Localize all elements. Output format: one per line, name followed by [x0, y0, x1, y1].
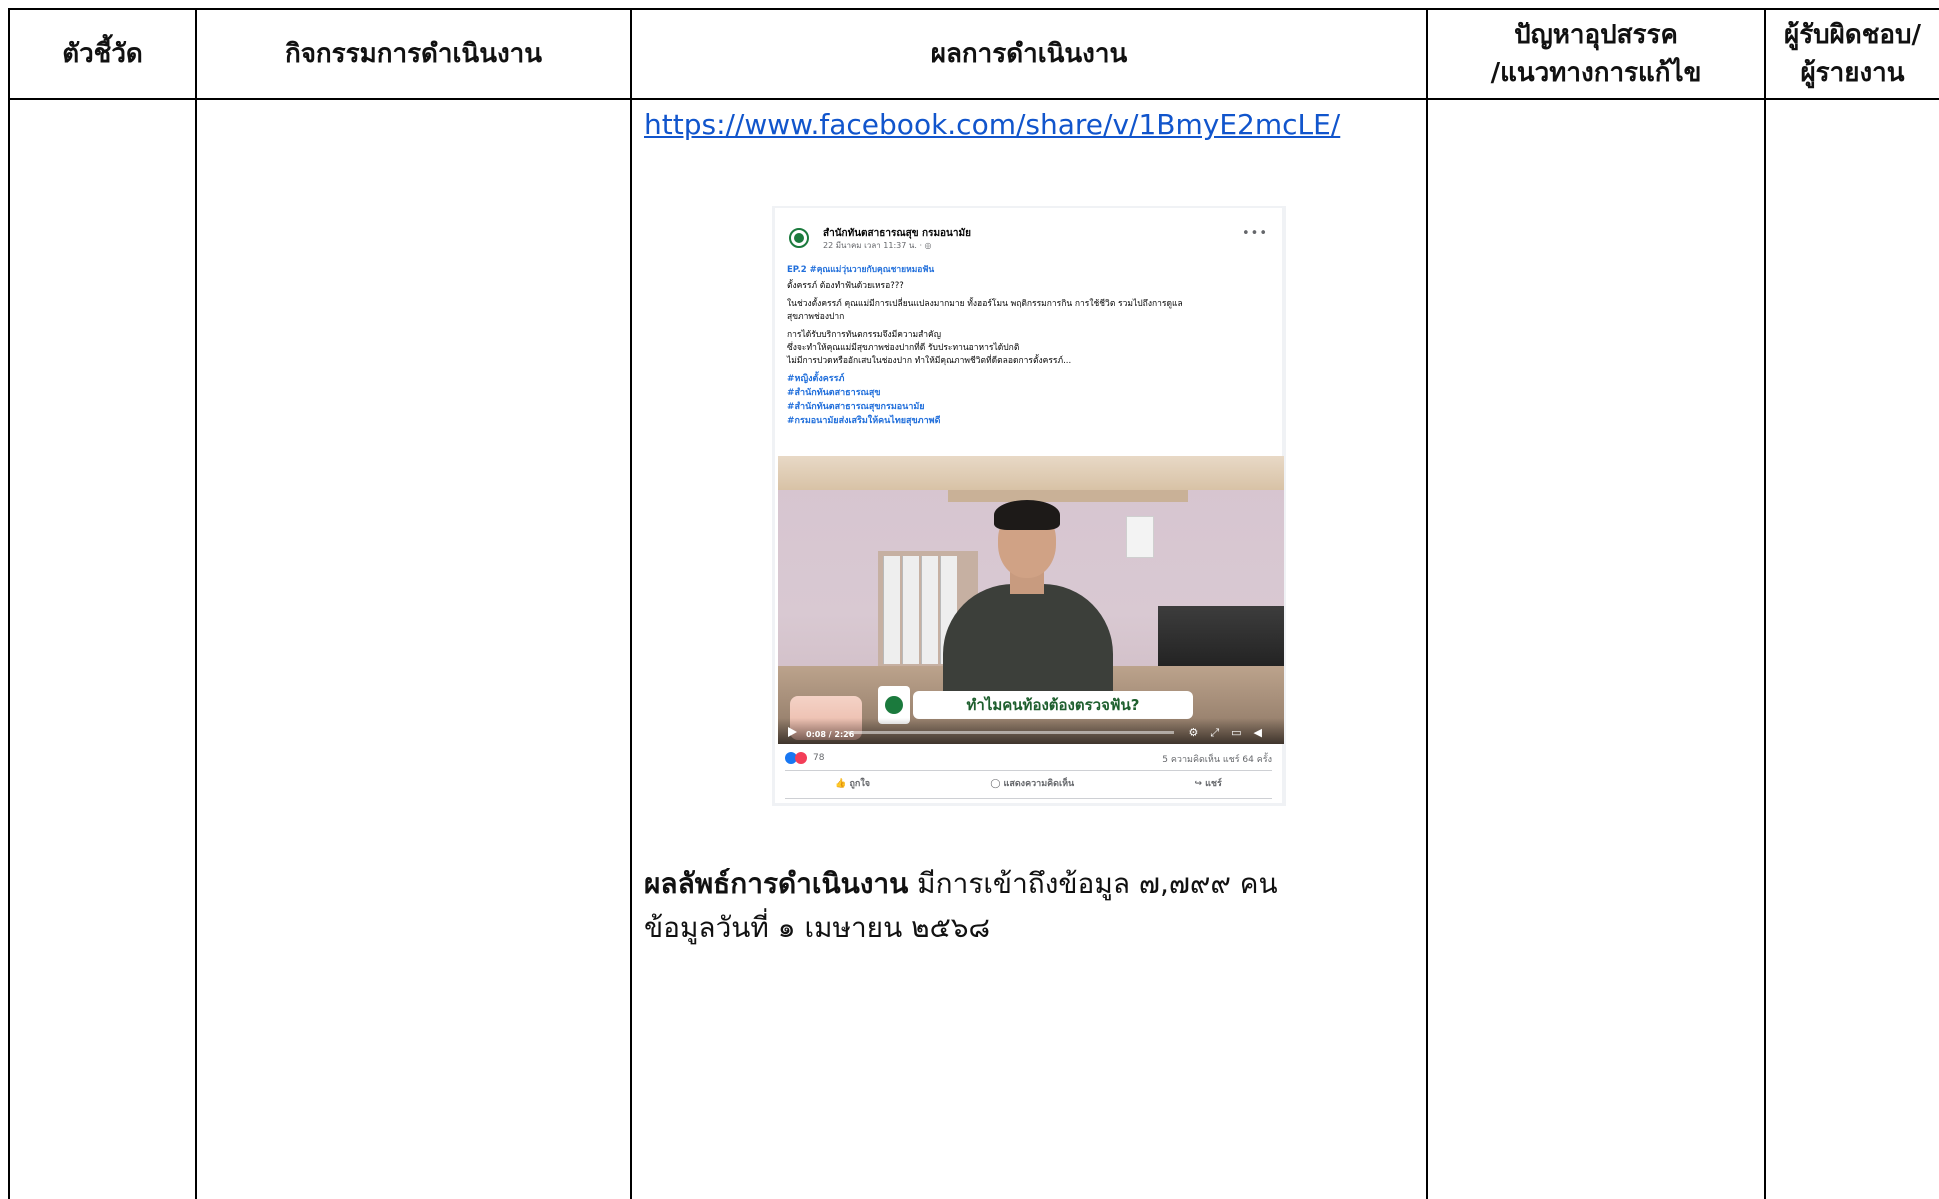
header-problems-line2: /แนวทางการแก้ไข [1490, 58, 1702, 88]
table-header-divider [8, 98, 1939, 100]
result-date: ข้อมูลวันที่ ๑ เมษายน ๒๕๖๘ [644, 911, 991, 944]
header-results-text: ผลการดำเนินงาน [930, 39, 1128, 69]
reaction-count: 78 [813, 753, 825, 763]
love-reaction-icon [795, 752, 807, 764]
video-settings-icons[interactable]: ⚙⤢▭◀ [1188, 726, 1274, 740]
header-activities: กิจกรรมการดำเนินงาน [197, 10, 630, 98]
video-binder [902, 556, 919, 664]
post-hashtag-2[interactable]: #สำนักทันตสาธารณสุข [787, 385, 881, 399]
post-divider [785, 770, 1272, 771]
page-logo-icon [789, 228, 809, 248]
table-col-divider-4 [1764, 8, 1766, 1199]
share-button[interactable]: ↪ แชร์ [1194, 776, 1221, 794]
post-line-7: ไม่มีการปวดหรืออักเสบในช่องปาก ทำให้มีคุ… [787, 356, 1072, 366]
header-activities-text: กิจกรรมการดำเนินงาน [284, 39, 543, 69]
post-hashtag-3[interactable]: #สำนักทันตสาธารณสุขกรมอนามัย [787, 399, 925, 413]
table-col-divider-3 [1426, 8, 1428, 1199]
like-button[interactable]: 👍 ถูกใจ [835, 776, 870, 794]
header-indicator: ตัวชี้วัด [10, 10, 195, 98]
video-binder [921, 556, 938, 664]
table-col-divider-1 [195, 8, 197, 1199]
header-indicator-text: ตัวชี้วัด [62, 39, 143, 69]
header-results: ผลการดำเนินงาน [632, 10, 1426, 98]
report-table: ตัวชี้วัด กิจกรรมการดำเนินงาน ผลการดำเนิ… [0, 0, 1939, 1199]
facebook-share-link[interactable]: https://www.facebook.com/share/v/1BmyE2m… [644, 108, 1340, 141]
result-summary: ผลลัพธ์การดำเนินงาน มีการเข้าถึงข้อมูล ๗… [644, 862, 1278, 950]
video-cabinet [778, 456, 1284, 490]
comment-button[interactable]: ◯ แสดงความคิดเห็น [990, 776, 1074, 794]
header-problems-line1: ปัญหาอุปสรรค [1514, 20, 1678, 50]
video-cabinet-lower [948, 490, 1188, 502]
post-line-2: ตั้งครรภ์ ต้องทำฟันด้วยเหรอ??? [787, 281, 904, 291]
play-icon[interactable] [788, 727, 797, 737]
post-hashtag-1[interactable]: #หญิงตั้งครรภ์ [787, 371, 844, 385]
header-responsible: ผู้รับผิดชอบ/ ผู้รายงาน [1766, 10, 1939, 98]
post-line-1: EP.2 #คุณแม่วุ่นวายกับคุณชายหมอฟัน [787, 265, 935, 275]
header-responsible-line1: ผู้รับผิดชอบ/ [1783, 20, 1922, 50]
header-problems: ปัญหาอุปสรรค /แนวทางการแก้ไข [1428, 10, 1764, 98]
post-card: สำนักทันตสาธารณสุข กรมอนามัย 22 มีนาคม เ… [775, 208, 1284, 803]
video-caption: ทำไมคนท้องต้องตรวจฟัน? [913, 691, 1193, 719]
post-hashtag-4[interactable]: #กรมอนามัยส่งเสริมให้คนไทยสุขภาพดี [787, 413, 940, 427]
post-line-4: สุขภาพช่องปาก [787, 312, 845, 322]
result-line: ผลลัพธ์การดำเนินงาน มีการเข้าถึงข้อมูล ๗… [644, 862, 1278, 906]
post-actions: 👍 ถูกใจ ◯ แสดงความคิดเห็น ↪ แชร์ [775, 776, 1282, 794]
post-video[interactable]: ทำไมคนท้องต้องตรวจฟัน? 0:08 / 2:26 ⚙⤢▭◀ [778, 456, 1284, 744]
video-binder [883, 556, 900, 664]
video-progress-bar[interactable] [848, 731, 1174, 734]
video-person-hair [994, 500, 1060, 530]
post-divider-bottom [785, 798, 1272, 799]
post-stats[interactable]: 5 ความคิดเห็น แชร์ 64 ครั้ง [1162, 752, 1272, 766]
facebook-post-screenshot: สำนักทันตสาธารณสุข กรมอนามัย 22 มีนาคม เ… [772, 206, 1286, 806]
more-options-icon: ••• [1241, 226, 1268, 241]
post-line-3: ในช่วงตั้งครรภ์ คุณแม่มีการเปลี่ยนแปลงมา… [787, 299, 1183, 309]
video-tissue-box [1126, 516, 1154, 558]
video-controls: 0:08 / 2:26 ⚙⤢▭◀ [778, 718, 1284, 744]
result-label: ผลลัพธ์การดำเนินงาน [644, 867, 909, 900]
table-col-divider-2 [630, 8, 632, 1199]
post-line-5: การได้รับบริการทันตกรรมจึงมีความสำคัญ [787, 330, 941, 340]
reaction-summary[interactable]: 78 [785, 752, 824, 764]
table-border-left [8, 8, 10, 1199]
post-timestamp: 22 มีนาคม เวลา 11:37 น. · ◎ [823, 241, 932, 250]
result-text: มีการเข้าถึงข้อมูล ๗,๗๙๙ คน [908, 867, 1278, 900]
header-responsible-line2: ผู้รายงาน [1800, 58, 1905, 88]
post-line-6: ซึ่งจะทำให้คุณแม่มีสุขภาพช่องปากที่ดี รั… [787, 343, 1020, 353]
